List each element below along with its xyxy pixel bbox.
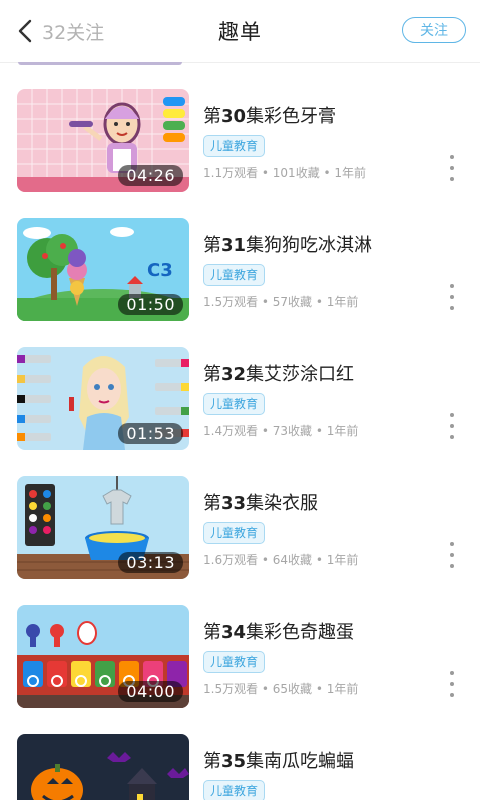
more-options-icon[interactable] [444,284,460,310]
video-stats: 1.6万观看 • 64收藏 • 1年前 [203,553,359,567]
top-bar: 32关注 趣单 关注 [0,0,480,63]
video-stats: 1.5万观看 • 65收藏 • 1年前 [203,682,359,696]
video-title[interactable]: 第34集彩色奇趣蛋 [203,618,354,644]
video-duration: 01:53 [118,423,183,444]
video-duration: 03:13 [118,552,183,573]
video-thumbnail[interactable]: 03:13 [17,476,189,579]
video-duration: 04:26 [118,165,183,186]
video-thumbnail[interactable]: 04:26 [17,89,189,192]
list-item[interactable]: 01:53 第32集艾莎涂口红 儿童教育 1.4万观看 • 73收藏 • 1年前 [0,320,480,450]
more-options-icon[interactable] [444,413,460,439]
video-thumbnail[interactable]: C3 01:50 [17,218,189,321]
more-options-icon[interactable] [444,155,460,181]
more-options-icon[interactable] [444,542,460,568]
video-duration: 04:00 [118,681,183,702]
category-tag[interactable]: 儿童教育 [203,522,266,544]
video-duration: 01:50 [118,294,183,315]
follow-button[interactable]: 关注 [402,17,466,43]
video-title[interactable]: 第35集南瓜吃蝙蝠 [203,747,354,773]
app: 32关注 趣单 关注 04:26 第30集彩色牙膏 儿童教育 1.1万观看 • … [0,0,480,800]
video-thumbnail[interactable]: 01:53 [17,347,189,450]
list-item[interactable]: C3 01:50 第31集狗狗吃冰淇淋 儿童教育 1.5万观看 • 57收藏 •… [0,191,480,321]
svg-text:C3: C3 [147,260,173,281]
video-title[interactable]: 第33集染衣服 [203,489,318,515]
video-thumbnail[interactable] [17,734,189,800]
video-title[interactable]: 第32集艾莎涂口红 [203,360,354,386]
video-thumbnail[interactable]: 04:00 [17,605,189,708]
list-item[interactable]: 03:13 第33集染衣服 儿童教育 1.6万观看 • 64收藏 • 1年前 [0,449,480,579]
video-stats: 1.4万观看 • 73收藏 • 1年前 [203,424,359,438]
category-tag[interactable]: 儿童教育 [203,264,266,286]
list-item[interactable]: 第35集南瓜吃蝙蝠 儿童教育 [0,707,480,800]
video-stats: 1.1万观看 • 101收藏 • 1年前 [203,166,367,180]
list-item[interactable]: 04:00 第34集彩色奇趣蛋 儿童教育 1.5万观看 • 65收藏 • 1年前 [0,578,480,708]
category-tag[interactable]: 儿童教育 [203,393,266,415]
category-tag[interactable]: 儿童教育 [203,780,266,800]
video-title[interactable]: 第30集彩色牙膏 [203,102,336,128]
video-stats: 1.5万观看 • 57收藏 • 1年前 [203,295,359,309]
pumpkin-bat-scene-image [17,734,189,800]
video-title[interactable]: 第31集狗狗吃冰淇淋 [203,231,372,257]
list-item[interactable]: 04:26 第30集彩色牙膏 儿童教育 1.1万观看 • 101收藏 • 1年前 [0,62,480,192]
more-options-icon[interactable] [444,671,460,697]
category-tag[interactable]: 儿童教育 [203,651,266,673]
category-tag[interactable]: 儿童教育 [203,135,266,157]
